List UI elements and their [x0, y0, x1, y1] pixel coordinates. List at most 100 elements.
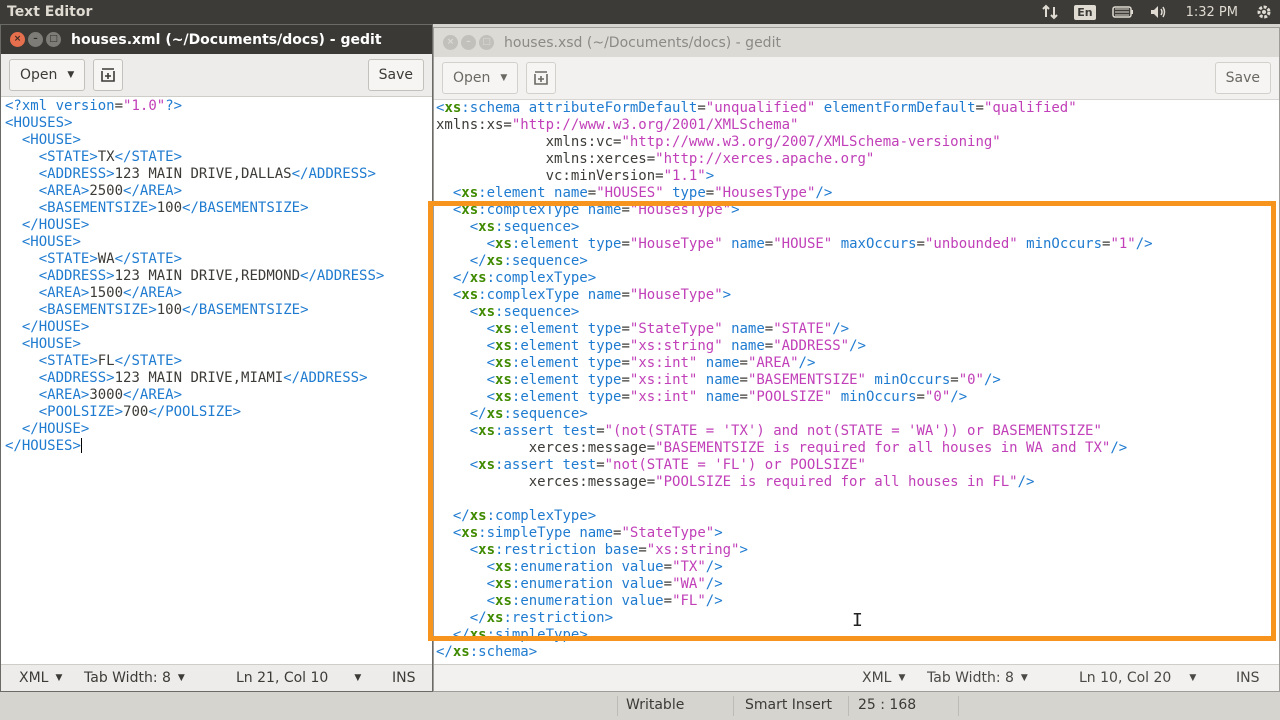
cursor-position-label: Ln 10, Col 20	[1079, 670, 1172, 686]
chevron-down-icon: ▼	[1020, 673, 1028, 683]
code-line: </xs:complexType>	[452, 270, 597, 286]
code-line: <xs:element type="xs:int" name="BASEMENT…	[486, 372, 1001, 388]
code-line: </HOUSE>	[21, 421, 90, 437]
open-label: Open	[20, 67, 58, 83]
open-button[interactable]: Open ▼	[442, 62, 519, 94]
code-line: xmlns:xs="http://www.w3.org/2001/XMLSche…	[436, 117, 799, 133]
close-icon[interactable]: ×	[10, 32, 25, 47]
indicator-area: En 1:32 PM	[1034, 0, 1280, 24]
gear-icon[interactable]	[1248, 0, 1280, 24]
code-line: vc:minVersion="1.1">	[436, 168, 715, 184]
code-line: </HOUSES>	[5, 438, 82, 454]
open-button[interactable]: Open ▼	[9, 59, 86, 91]
window-title: houses.xml (~/Documents/docs) - gedit	[71, 31, 382, 48]
close-icon[interactable]: ×	[443, 35, 458, 50]
code-line: <?xml version="1.0"?>	[5, 98, 183, 114]
code-line: <xs:complexType name="HouseType">	[452, 287, 732, 303]
top-panel: Text Editor En 1:32 PM	[0, 0, 1280, 24]
code-line: <xs:element type="HouseType" name="HOUSE…	[486, 236, 1153, 252]
text-area[interactable]: <?xml version="1.0"?> <HOUSES> <HOUSE> <S…	[1, 97, 432, 664]
cursor-position-selector[interactable]: Ln 10, Col 20 ▼	[1079, 665, 1196, 691]
titlebar[interactable]: × – □ houses.xsd (~/Documents/docs) - ge…	[434, 28, 1279, 57]
titlebar[interactable]: × – □ houses.xml (~/Documents/docs) - ge…	[1, 25, 432, 54]
new-tab-button[interactable]	[526, 62, 557, 94]
separator	[848, 696, 849, 716]
maximize-icon[interactable]: □	[479, 35, 494, 50]
maximize-icon[interactable]: □	[46, 32, 61, 47]
code-line: <xs:complexType name="HousesType">	[452, 202, 740, 218]
keyboard-layout-indicator[interactable]: En	[1066, 0, 1103, 24]
code-line: <xs:element type="xs:int" name="AREA"/>	[486, 355, 816, 371]
network-updown-icon[interactable]	[1034, 0, 1066, 24]
code-line: </HOUSE>	[21, 217, 90, 233]
gedit-window-xsd: × – □ houses.xsd (~/Documents/docs) - ge…	[433, 27, 1280, 692]
tab-width-selector[interactable]: Tab Width: 8 ▼	[927, 665, 1028, 691]
separator	[617, 696, 618, 716]
code-line: <xs:element name="HOUSES" type="HousesTy…	[452, 185, 833, 201]
code-line: <xs:element type="xs:string" name="ADDRE…	[486, 338, 866, 354]
code-line: <xs:simpleType name="StateType">	[452, 525, 723, 541]
tab-width-label: Tab Width: 8	[927, 670, 1014, 686]
window-title: houses.xsd (~/Documents/docs) - gedit	[504, 34, 781, 51]
minimize-icon[interactable]: –	[28, 32, 43, 47]
writable-status: Writable	[626, 697, 685, 713]
code-line: </HOUSE>	[21, 319, 90, 335]
language-selector[interactable]: XML ▼	[862, 665, 905, 691]
code-line: </xs:complexType>	[452, 508, 597, 524]
code-line: <HOUSE>	[21, 234, 81, 250]
save-label: Save	[1225, 70, 1260, 86]
minimize-icon[interactable]: –	[461, 35, 476, 50]
cursor-position-label: Ln 21, Col 10	[236, 670, 329, 686]
lang-badge: En	[1074, 4, 1096, 20]
save-button[interactable]: Save	[1214, 62, 1271, 94]
caret	[80, 438, 82, 453]
chevron-down-icon: ▼	[67, 70, 75, 80]
code-line: <STATE>TX</STATE>	[38, 149, 183, 165]
code-line: xmlns:vc="http://www.w3.org/2007/XMLSche…	[436, 134, 1001, 150]
background-status-bar: Writable Smart Insert 25 : 168	[0, 692, 1280, 720]
code-line: <HOUSES>	[5, 115, 73, 131]
toolbar: Open ▼ Save	[1, 54, 432, 97]
code-line: <AREA>2500</AREA>	[38, 183, 183, 199]
clock[interactable]: 1:32 PM	[1176, 0, 1248, 24]
cursor-position-selector[interactable]: Ln 21, Col 10 ▼	[236, 665, 361, 691]
code-line: xmlns:xerces="http://xerces.apache.org"	[436, 151, 875, 167]
new-document-icon	[534, 71, 549, 85]
insert-mode: INS	[1236, 670, 1260, 686]
separator	[733, 696, 734, 716]
separator	[958, 696, 959, 716]
code-line: <HOUSE>	[21, 336, 81, 352]
code-line: <xs:assert test="not(STATE = 'FL') or PO…	[469, 457, 866, 473]
text-area[interactable]: <xs:schema attributeFormDefault="unquali…	[434, 100, 1279, 664]
toolbar: Open ▼ Save	[434, 57, 1279, 100]
code-line: <xs:enumeration value="WA"/>	[486, 576, 723, 592]
code-line: <xs:enumeration value="TX"/>	[486, 559, 723, 575]
code-line: <HOUSE>	[21, 132, 81, 148]
code-line: <AREA>1500</AREA>	[38, 285, 183, 301]
new-tab-button[interactable]	[93, 59, 124, 91]
chevron-down-icon: ▼	[500, 73, 508, 83]
language-label: XML	[19, 670, 49, 686]
code-line: <xs:element type="StateType" name="STATE…	[486, 321, 850, 337]
tab-width-label: Tab Width: 8	[84, 670, 171, 686]
app-title: Text Editor	[7, 4, 93, 20]
tab-width-selector[interactable]: Tab Width: 8 ▼	[84, 665, 185, 691]
gedit-window-xml: × – □ houses.xml (~/Documents/docs) - ge…	[0, 24, 433, 692]
status-bar: XML ▼ Tab Width: 8 ▼ Ln 10, Col 20 ▼ INS	[434, 664, 1279, 691]
code-line: <POOLSIZE>700</POOLSIZE>	[38, 404, 242, 420]
code-line: </xs:sequence>	[469, 406, 588, 422]
language-selector[interactable]: XML ▼	[19, 665, 62, 691]
chevron-down-icon: ▼	[354, 673, 362, 683]
code-line: <ADDRESS>123 MAIN DRIVE,REDMOND</ADDRESS…	[38, 268, 385, 284]
battery-icon[interactable]	[1104, 0, 1142, 24]
save-button[interactable]: Save	[367, 59, 424, 91]
code-line: <xs:enumeration value="FL"/>	[486, 593, 723, 609]
insert-mode: INS	[392, 670, 416, 686]
code-line: </xs:schema>	[436, 644, 538, 660]
code-line: <ADDRESS>123 MAIN DRIVE,MIAMI</ADDRESS>	[38, 370, 368, 386]
volume-icon[interactable]	[1142, 0, 1176, 24]
chevron-down-icon: ▼	[177, 673, 185, 683]
code-line: <xs:element type="xs:int" name="POOLSIZE…	[486, 389, 968, 405]
code-line: <xs:restriction base="xs:string">	[469, 542, 748, 558]
code-line: <ADDRESS>123 MAIN DRIVE,DALLAS</ADDRESS>	[38, 166, 376, 182]
